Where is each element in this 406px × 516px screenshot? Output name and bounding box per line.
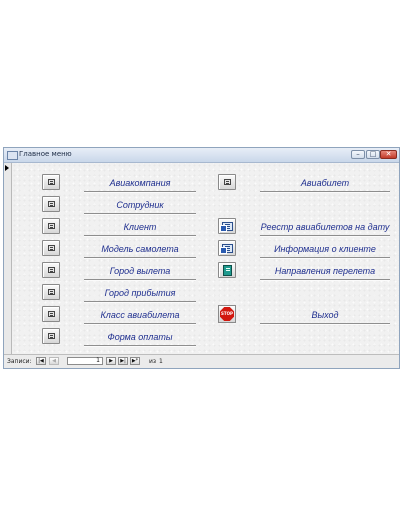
main-menu-window: Главное меню – □ ✕ Авиакомпания Сотрудни… — [3, 147, 400, 369]
record-navigation-bar: Записи: |◀ ◀ 1 ▶ ▶| ▶* из 1 — [4, 354, 399, 368]
maximize-button[interactable]: □ — [366, 150, 380, 159]
minimize-button[interactable]: – — [351, 150, 365, 159]
window-title: Главное меню — [19, 150, 72, 158]
menu-button-gorod-pribytiya[interactable] — [42, 284, 60, 300]
menu-label-gorod-pribytiya[interactable]: Город прибытия — [84, 286, 196, 300]
report-icon — [220, 244, 233, 254]
menu-label-sotrudnik[interactable]: Сотрудник — [84, 198, 196, 212]
next-record-button[interactable]: ▶ — [106, 357, 116, 365]
menu-underline — [84, 257, 196, 258]
menu-label-gorod-vyleta[interactable]: Город вылета — [84, 264, 196, 278]
form-icon — [48, 311, 55, 317]
current-record-input[interactable]: 1 — [67, 357, 103, 365]
records-label: Записи: — [7, 358, 32, 365]
menu-button-reestr-aviabiletov[interactable] — [218, 218, 236, 234]
menu-button-napravleniya-pereleta[interactable] — [218, 262, 236, 278]
menu-button-forma-oplaty[interactable] — [42, 328, 60, 344]
form-icon — [48, 245, 55, 251]
menu-underline — [260, 191, 390, 192]
menu-button-gorod-vyleta[interactable] — [42, 262, 60, 278]
menu-label-vyhod[interactable]: Выход — [260, 308, 390, 322]
form-icon — [48, 289, 55, 295]
menu-button-klass-aviabileta[interactable] — [42, 306, 60, 322]
menu-button-informaciya-o-kliente[interactable] — [218, 240, 236, 256]
menu-underline — [260, 257, 390, 258]
last-record-button[interactable]: ▶| — [118, 357, 128, 365]
menu-label-napravleniya-pereleta[interactable]: Направления перелета — [260, 264, 390, 278]
menu-label-forma-oplaty[interactable]: Форма оплаты — [84, 330, 196, 344]
form-icon — [48, 223, 55, 229]
of-label: из — [149, 358, 157, 365]
record-selector[interactable] — [4, 163, 12, 354]
total-records: 1 — [159, 358, 163, 365]
menu-underline — [84, 279, 196, 280]
menu-button-model-samoleta[interactable] — [42, 240, 60, 256]
book-icon — [223, 265, 232, 276]
menu-label-aviakompaniya[interactable]: Авиакомпания — [84, 176, 196, 190]
menu-underline — [260, 279, 390, 280]
close-button[interactable]: ✕ — [380, 150, 397, 159]
first-record-button[interactable]: |◀ — [36, 357, 46, 365]
menu-label-reestr-aviabiletov[interactable]: Реестр авиабилетов на дату — [260, 220, 390, 234]
menu-label-klient[interactable]: Клиент — [84, 220, 196, 234]
title-bar[interactable]: Главное меню – □ ✕ — [4, 148, 399, 163]
form-icon — [48, 333, 55, 339]
menu-label-klass-aviabileta[interactable]: Класс авиабилета — [84, 308, 196, 322]
stop-icon: STOP — [220, 307, 234, 321]
previous-record-button[interactable]: ◀ — [49, 357, 59, 365]
form-icon — [48, 267, 55, 273]
switchboard-form: Авиакомпания Сотрудник Клиент Модель сам… — [12, 163, 399, 354]
menu-label-model-samoleta[interactable]: Модель самолета — [84, 242, 196, 256]
menu-underline — [84, 323, 196, 324]
current-record-arrow-icon — [5, 165, 9, 171]
menu-button-sotrudnik[interactable] — [42, 196, 60, 212]
form-icon — [48, 179, 55, 185]
report-icon — [220, 222, 233, 232]
menu-button-aviakompaniya[interactable] — [42, 174, 60, 190]
menu-button-aviabilet[interactable] — [218, 174, 236, 190]
form-icon — [48, 201, 55, 207]
menu-underline — [260, 235, 390, 236]
menu-button-vyhod[interactable]: STOP — [218, 305, 236, 323]
form-icon — [224, 179, 231, 185]
menu-label-informaciya-o-kliente[interactable]: Информация о клиенте — [260, 242, 390, 256]
menu-underline — [84, 345, 196, 346]
menu-underline — [84, 191, 196, 192]
menu-label-aviabilet[interactable]: Авиабилет — [260, 176, 390, 190]
menu-underline — [84, 301, 196, 302]
menu-button-klient[interactable] — [42, 218, 60, 234]
new-record-button[interactable]: ▶* — [130, 357, 140, 365]
form-window-icon — [7, 151, 18, 160]
menu-underline — [260, 323, 390, 324]
menu-underline — [84, 213, 196, 214]
menu-underline — [84, 235, 196, 236]
